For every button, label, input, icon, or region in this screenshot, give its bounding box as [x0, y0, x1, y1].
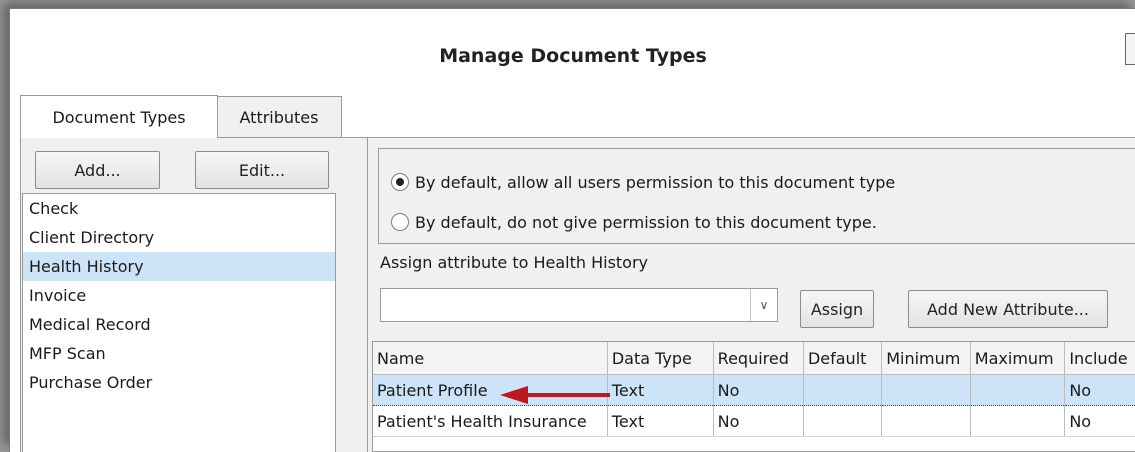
radio-allow[interactable]	[391, 173, 409, 191]
radio-allow-label: By default, allow all users permission t…	[415, 172, 896, 192]
attribute-combo[interactable]: ∨	[380, 288, 778, 322]
cell-default[interactable]	[803, 405, 883, 437]
cell-required[interactable]: No	[713, 374, 804, 406]
manage-document-types-window: Manage Document Types Document Types Att…	[9, 8, 1135, 452]
chevron-down-icon[interactable]: ∨	[750, 289, 777, 321]
cell-maximum[interactable]	[970, 374, 1066, 406]
tab-attributes[interactable]: Attributes	[216, 96, 342, 137]
add-new-attribute-button[interactable]: Add New Attribute...	[908, 290, 1108, 328]
column-header-required[interactable]: Required	[713, 342, 804, 375]
document-types-pane: Add... Edit... Check Client Directory He…	[20, 138, 344, 452]
permission-group: By default, allow all users permission t…	[378, 148, 1135, 244]
list-item[interactable]: Check	[23, 194, 335, 223]
left-arrow-icon	[500, 386, 610, 404]
list-item-selected[interactable]: Health History	[23, 252, 335, 281]
pane-splitter[interactable]	[343, 138, 367, 452]
cell-minimum[interactable]	[881, 374, 971, 406]
column-header-maximum[interactable]: Maximum	[970, 342, 1066, 375]
cell-minimum[interactable]	[881, 405, 971, 437]
list-item[interactable]: Medical Record	[23, 310, 335, 339]
attributes-grid[interactable]: Name Data Type Required Default Minimum …	[372, 341, 1135, 452]
column-header-default[interactable]: Default	[803, 342, 883, 375]
table-row-selected[interactable]: Patient Profile Text No No	[373, 374, 1135, 406]
list-item[interactable]: Client Directory	[23, 223, 335, 252]
cell-maximum[interactable]	[970, 405, 1066, 437]
document-type-list[interactable]: Check Client Directory Health History In…	[22, 193, 336, 452]
radio-deny[interactable]	[391, 213, 409, 231]
document-details-pane: By default, allow all users permission t…	[367, 138, 1135, 452]
cell-data-type[interactable]: Text	[607, 405, 714, 437]
assign-attribute-label: Assign attribute to Health History	[380, 253, 649, 272]
corner-button[interactable]	[1125, 33, 1135, 65]
column-header-minimum[interactable]: Minimum	[881, 342, 971, 375]
assign-button[interactable]: Assign	[800, 290, 874, 328]
tab-document-types[interactable]: Document Types	[20, 95, 218, 138]
column-header-name[interactable]: Name	[373, 342, 608, 375]
add-button[interactable]: Add...	[35, 151, 160, 189]
list-item[interactable]: Invoice	[23, 281, 335, 310]
radio-allow-row[interactable]: By default, allow all users permission t…	[391, 169, 895, 195]
column-header-include[interactable]: Include	[1064, 342, 1135, 375]
list-item[interactable]: MFP Scan	[23, 339, 335, 368]
cell-name[interactable]: Patient's Health Insurance	[373, 405, 608, 437]
radio-deny-label: By default, do not give permission to th…	[415, 212, 877, 232]
tab-strip: Document Types Attributes	[20, 95, 342, 138]
radio-deny-row[interactable]: By default, do not give permission to th…	[391, 209, 877, 235]
edit-button[interactable]: Edit...	[195, 151, 329, 189]
column-header-data-type[interactable]: Data Type	[607, 342, 714, 375]
table-row[interactable]: Patient's Health Insurance Text No No	[373, 405, 1135, 437]
cell-required[interactable]: No	[713, 405, 804, 437]
table-header: Name Data Type Required Default Minimum …	[373, 342, 1135, 375]
cell-include[interactable]: No	[1064, 374, 1135, 406]
attributes-table: Name Data Type Required Default Minimum …	[373, 342, 1135, 437]
window-title: Manage Document Types	[439, 45, 707, 67]
list-item[interactable]: Purchase Order	[23, 368, 335, 397]
cell-include[interactable]: No	[1064, 405, 1135, 437]
cell-default[interactable]	[803, 374, 883, 406]
cell-data-type[interactable]: Text	[607, 374, 714, 406]
